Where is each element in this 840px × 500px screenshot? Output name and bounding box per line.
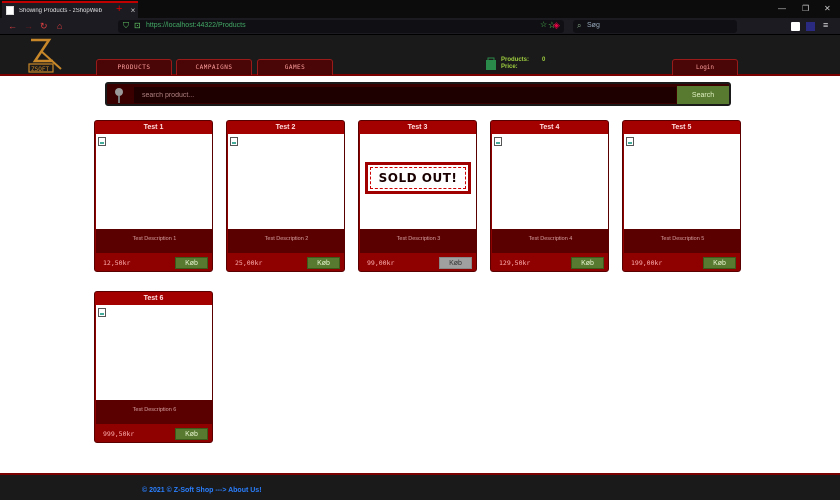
address-bar[interactable]: ⛉ ⊡ https://localhost:44322/Products ☆ xyxy=(118,20,564,33)
page-icon xyxy=(6,6,14,15)
forward-icon[interactable]: → xyxy=(24,21,33,31)
browser-nav-bar: ← → ↻ ⌂ ⛉ ⊡ https://localhost:44322/Prod… xyxy=(0,18,840,35)
footer-about-link[interactable]: © 2021 © Z-Soft Shop ---> About Us! xyxy=(142,487,262,494)
browser-search-placeholder: Søg xyxy=(587,22,600,29)
product-image[interactable] xyxy=(96,134,212,229)
broken-image-icon xyxy=(98,137,106,146)
buy-button[interactable]: Køb xyxy=(439,257,472,269)
cart-icon[interactable] xyxy=(485,57,497,71)
product-card: Test 6 Test Description 6 999,50kr Køb xyxy=(94,291,213,443)
product-description: Test Description 4 xyxy=(492,229,608,253)
lock-icon[interactable]: ⊡ xyxy=(134,21,141,30)
product-description: Test Description 1 xyxy=(96,229,212,253)
broken-image-icon xyxy=(98,308,106,317)
product-image[interactable] xyxy=(228,134,344,229)
product-title: Test 4 xyxy=(491,121,608,134)
nav-games-button[interactable]: GAMES xyxy=(257,59,333,75)
product-card: Test 5 Test Description 5 199,00kr Køb xyxy=(622,120,741,272)
nav-products-button[interactable]: PRODUCTS xyxy=(96,59,172,75)
product-price: 25,00kr xyxy=(235,259,263,267)
broken-image-icon xyxy=(230,137,238,146)
tab-title: Showing Products - zShopWeb xyxy=(19,7,102,14)
product-image[interactable] xyxy=(492,134,608,229)
product-card: Test 1 Test Description 1 12,50kr Køb xyxy=(94,120,213,272)
broken-image-icon xyxy=(626,137,634,146)
zsoft-logo[interactable]: ZSOFT xyxy=(27,37,67,74)
product-title: Test 5 xyxy=(623,121,740,134)
buy-button[interactable]: Køb xyxy=(175,428,208,440)
product-image[interactable] xyxy=(624,134,740,229)
browser-tab-bar: Showing Products - zShopWeb × + — ❐ ✕ xyxy=(0,0,840,18)
buy-button[interactable]: Køb xyxy=(307,257,340,269)
tab-close-icon[interactable]: × xyxy=(128,6,138,15)
product-title: Test 1 xyxy=(95,121,212,134)
minimize-button[interactable]: — xyxy=(778,4,786,13)
window-close-button[interactable]: ✕ xyxy=(824,4,831,13)
back-icon[interactable]: ← xyxy=(8,21,17,31)
shield-icon[interactable]: ⛉ xyxy=(123,21,129,31)
cart-products-label: Products: xyxy=(501,57,530,63)
cart-products-count: 0 xyxy=(542,57,546,63)
product-card: Test 3 SOLD OUT! Test Description 3 99,0… xyxy=(358,120,477,272)
menu-icon[interactable]: ≡ xyxy=(823,20,828,30)
search-icon: ⌕ xyxy=(577,21,582,30)
restore-button[interactable]: ❐ xyxy=(802,4,809,13)
url-text[interactable]: https://localhost:44322/Products xyxy=(146,22,246,29)
extension-icon[interactable] xyxy=(806,22,815,31)
product-price: 99,00kr xyxy=(367,259,395,267)
microphone-icon[interactable] xyxy=(112,86,126,104)
product-card: Test 2 Test Description 2 25,00kr Køb xyxy=(226,120,345,272)
product-description: Test Description 6 xyxy=(96,400,212,424)
product-price: 199,00kr xyxy=(631,259,663,267)
product-image[interactable]: SOLD OUT! xyxy=(360,134,476,229)
reload-icon[interactable]: ↻ xyxy=(40,21,48,32)
buy-button[interactable]: Køb xyxy=(175,257,208,269)
search-button[interactable]: Search xyxy=(677,86,729,104)
site-header: ZSOFT PRODUCTS CAMPAIGNS GAMES Products:… xyxy=(0,35,840,76)
pocket-icon[interactable]: ◈ xyxy=(553,20,560,31)
bookmark-icon[interactable]: ☆ xyxy=(540,20,547,29)
sold-out-stamp: SOLD OUT! xyxy=(365,162,471,194)
product-title: Test 3 xyxy=(359,121,476,134)
home-icon[interactable]: ⌂ xyxy=(57,21,62,31)
product-title: Test 2 xyxy=(227,121,344,134)
new-tab-button[interactable]: + xyxy=(116,3,122,15)
product-price: 999,50kr xyxy=(103,430,135,438)
product-description: Test Description 2 xyxy=(228,229,344,253)
site-footer: © 2021 © Z-Soft Shop ---> About Us! xyxy=(0,473,840,500)
buy-button[interactable]: Køb xyxy=(571,257,604,269)
cart-summary-labels: Products: Price: xyxy=(501,57,529,71)
cart-price-label: Price: xyxy=(501,64,518,70)
product-image[interactable] xyxy=(96,305,212,400)
product-price: 12,50kr xyxy=(103,259,131,267)
extension-icon[interactable] xyxy=(791,22,800,31)
buy-button[interactable]: Køb xyxy=(703,257,736,269)
product-description: Test Description 5 xyxy=(624,229,740,253)
product-search-bar: Search xyxy=(105,82,731,106)
cart-summary-values: 0 xyxy=(542,57,545,64)
product-price: 129,50kr xyxy=(499,259,531,267)
nav-campaigns-button[interactable]: CAMPAIGNS xyxy=(176,59,252,75)
search-input[interactable] xyxy=(134,87,676,103)
browser-search-bar[interactable]: ⌕ Søg xyxy=(573,20,737,33)
svg-text:ZSOFT: ZSOFT xyxy=(31,66,49,73)
product-description: Test Description 3 xyxy=(360,229,476,253)
broken-image-icon xyxy=(494,137,502,146)
login-button[interactable]: Login xyxy=(672,59,738,75)
product-card: Test 4 Test Description 4 129,50kr Køb xyxy=(490,120,609,272)
product-title: Test 6 xyxy=(95,292,212,305)
